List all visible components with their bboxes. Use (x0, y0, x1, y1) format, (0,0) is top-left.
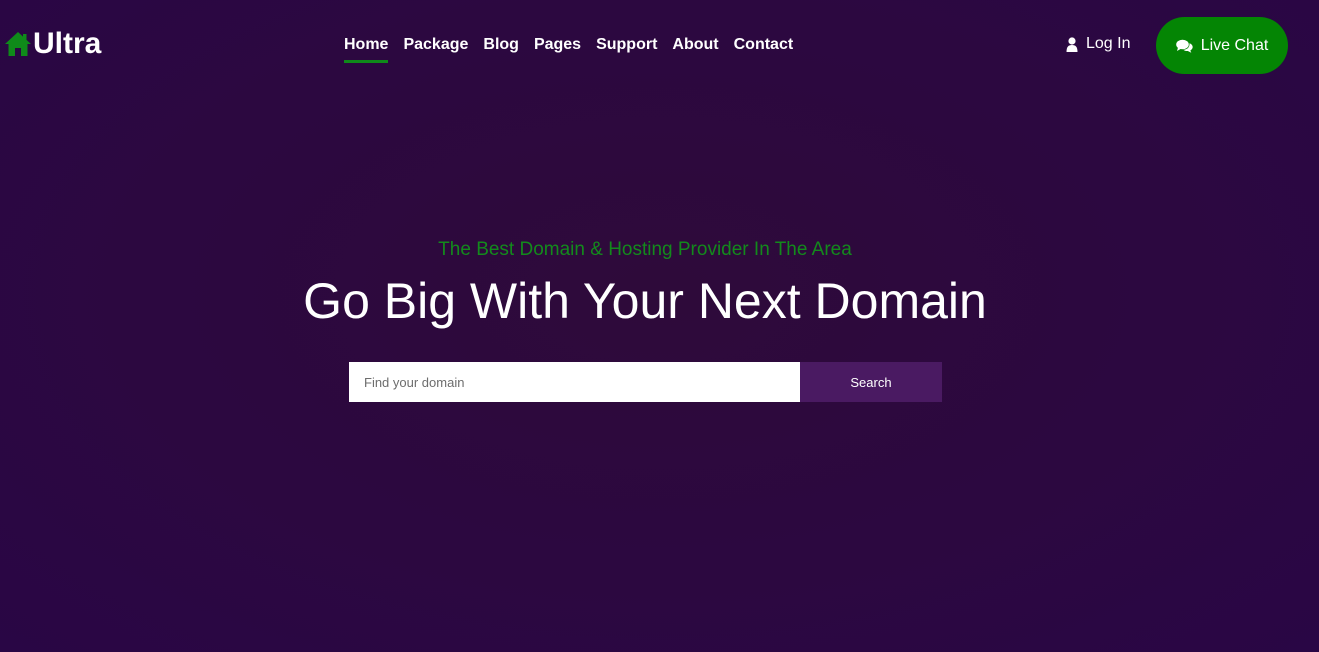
domain-search-input[interactable] (349, 362, 800, 402)
user-icon (1066, 36, 1078, 52)
domain-search-form: Search (349, 362, 942, 402)
nav-item-support[interactable]: Support (596, 36, 657, 53)
navbar: Ultra Home Package Blog Pages Support Ab… (0, 0, 1319, 90)
nav-item-about[interactable]: About (672, 36, 718, 53)
live-chat-button[interactable]: Live Chat (1156, 17, 1288, 74)
search-button[interactable]: Search (800, 362, 942, 402)
main-nav: Home Package Blog Pages Support About Co… (344, 35, 793, 55)
chat-bubbles-icon (1175, 39, 1193, 53)
login-label: Log In (1086, 35, 1131, 52)
nav-item-pages[interactable]: Pages (534, 36, 581, 53)
hero-subtitle: The Best Domain & Hosting Provider In Th… (438, 239, 852, 260)
nav-item-package[interactable]: Package (403, 36, 468, 53)
home-icon (4, 31, 32, 57)
nav-item-contact[interactable]: Contact (734, 36, 794, 53)
nav-item-blog[interactable]: Blog (483, 36, 519, 53)
live-chat-label: Live Chat (1200, 36, 1269, 54)
brand-logo[interactable]: Ultra (4, 28, 101, 60)
hero-title: Go Big With Your Next Domain (303, 273, 987, 329)
hero-section: The Best Domain & Hosting Provider In Th… (0, 0, 1319, 652)
nav-item-home[interactable]: Home (344, 36, 388, 53)
login-link[interactable]: Log In (1066, 35, 1130, 53)
brand-name: Ultra (33, 27, 102, 60)
